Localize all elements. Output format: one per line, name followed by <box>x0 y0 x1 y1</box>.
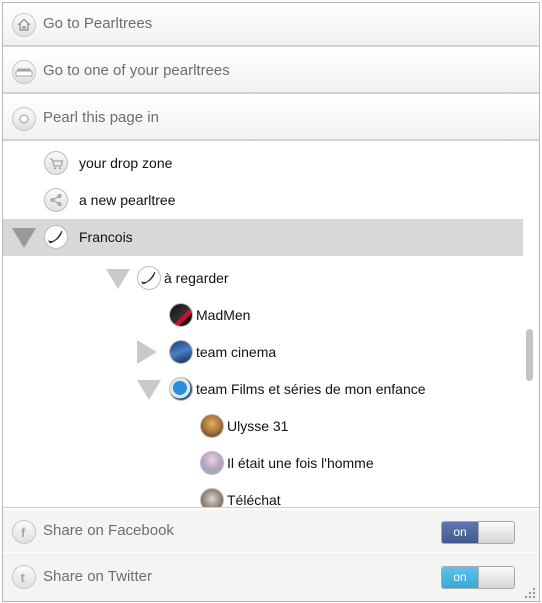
share-facebook-row: f Share on Facebook on <box>3 510 539 552</box>
francois-avatar <box>44 225 68 249</box>
drop-zone-label: your drop zone <box>79 155 173 171</box>
tree-item-francois[interactable]: Francois <box>3 219 523 256</box>
facebook-toggle-on: on <box>442 522 478 543</box>
tree-item-drop-zone[interactable]: your drop zone <box>3 147 523 182</box>
tree-item-ulysse-31[interactable]: Ulysse 31 <box>3 408 523 445</box>
share-twitter-row: t Share on Twitter on <box>3 553 539 601</box>
tree-item-team-cinema[interactable]: team cinema <box>3 334 523 371</box>
ulysse-avatar <box>200 414 224 438</box>
twitter-toggle-on: on <box>442 567 478 588</box>
go-to-one-of-your-pearltrees-row[interactable]: Go to one of your pearltrees <box>3 50 539 94</box>
team-films-avatar <box>169 377 193 401</box>
pearl-icon <box>12 107 36 131</box>
team-cinema-avatar <box>169 340 193 364</box>
pearltrees-panel: Go to Pearltrees Go to one of your pearl… <box>2 2 540 602</box>
svg-text:f: f <box>21 525 26 540</box>
expand-triangle-icon[interactable] <box>12 228 36 248</box>
twitter-toggle[interactable]: on <box>441 566 515 589</box>
share-facebook-label: Share on Facebook <box>43 522 174 539</box>
tree-item-il-etait-une-fois[interactable]: Il était une fois l'homme <box>3 445 523 482</box>
francois-label: Francois <box>79 229 133 245</box>
twitter-icon: t <box>12 565 36 589</box>
telechat-avatar <box>200 488 224 508</box>
divider <box>3 507 539 508</box>
tree-item-a-regarder[interactable]: à regarder <box>3 260 523 297</box>
pearltree-tree: your drop zone a new pearltree Francois <box>3 147 539 508</box>
il-etait-avatar <box>200 451 224 475</box>
madmen-label: MadMen <box>196 307 251 323</box>
tree-item-telechat[interactable]: Téléchat <box>3 482 523 508</box>
pearl-this-page-in-row[interactable]: Pearl this page in <box>3 97 539 141</box>
share-icon <box>44 188 68 212</box>
tree-scrollbar[interactable] <box>526 329 533 381</box>
facebook-toggle[interactable]: on <box>441 521 515 544</box>
toggle-knob <box>478 522 514 543</box>
svg-text:t: t <box>21 570 26 585</box>
facebook-icon: f <box>12 520 36 544</box>
a-regarder-label: à regarder <box>164 270 229 286</box>
expand-triangle-icon[interactable] <box>137 380 161 400</box>
home-icon <box>12 13 36 37</box>
pearl-this-page-in-label: Pearl this page in <box>43 109 159 126</box>
tree-item-madmen[interactable]: MadMen <box>3 297 523 334</box>
toggle-knob <box>478 567 514 588</box>
team-cinema-label: team cinema <box>196 344 277 360</box>
share-twitter-label: Share on Twitter <box>43 568 152 585</box>
team-films-label: team Films et séries de mon enfance <box>196 381 426 397</box>
collapsed-triangle-icon[interactable] <box>137 340 157 364</box>
go-to-pearltrees-row[interactable]: Go to Pearltrees <box>3 3 539 47</box>
a-regarder-avatar <box>137 266 161 290</box>
go-to-one-of-your-pearltrees-label: Go to one of your pearltrees <box>43 62 230 79</box>
madmen-avatar <box>169 303 193 327</box>
ulysse-label: Ulysse 31 <box>227 418 289 434</box>
pearltrees-icon <box>12 60 36 84</box>
new-pearltree-label: a new pearltree <box>79 192 176 208</box>
resize-grip-icon[interactable] <box>519 585 537 600</box>
il-etait-label: Il était une fois l'homme <box>227 455 374 471</box>
expand-triangle-icon[interactable] <box>106 269 130 289</box>
telechat-label: Téléchat <box>227 492 281 508</box>
tree-item-new-pearltree[interactable]: a new pearltree <box>3 182 523 219</box>
go-to-pearltrees-label: Go to Pearltrees <box>43 15 153 32</box>
cart-icon <box>44 151 68 175</box>
tree-item-team-films[interactable]: team Films et séries de mon enfance <box>3 371 523 408</box>
